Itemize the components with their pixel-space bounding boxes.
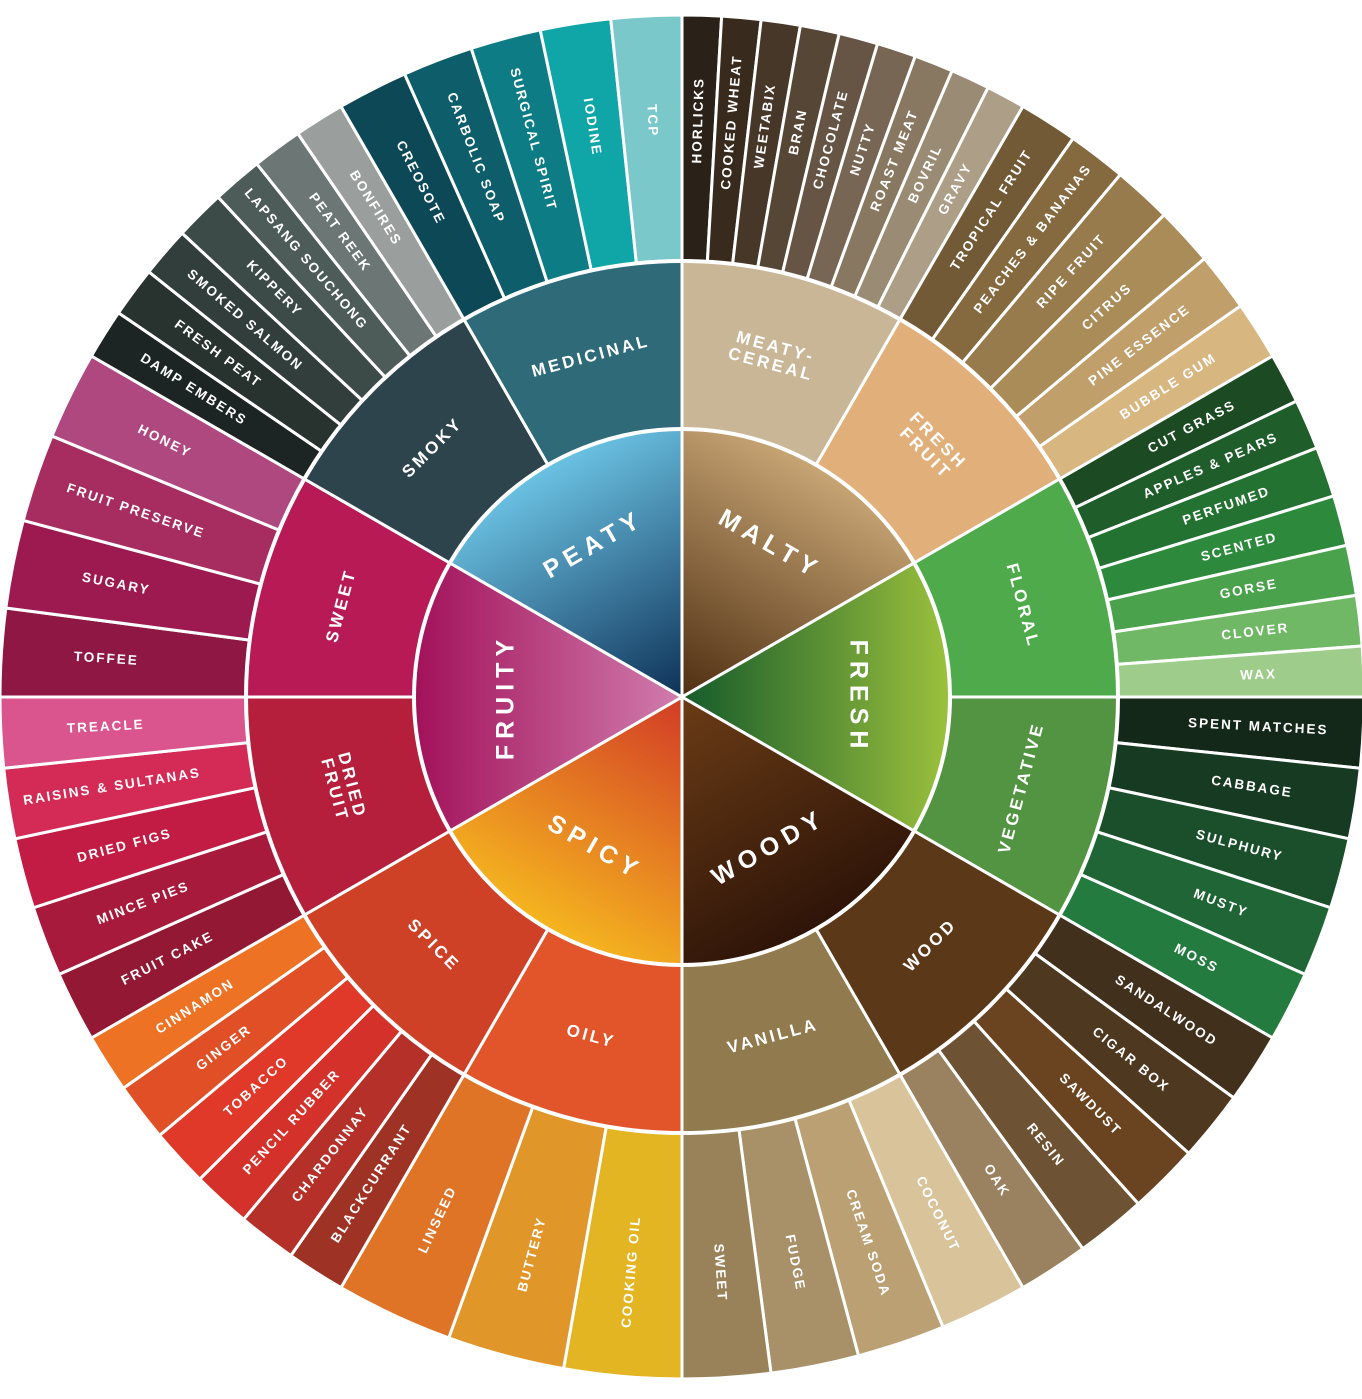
category-label-fruity: FRUITY <box>492 634 520 760</box>
note-label-wax: WAX <box>1240 666 1277 682</box>
note-label-tcp: TCP <box>644 104 661 138</box>
flavour-wheel: MALTYMEATY-CEREALHORLICKS COOKED WHEAT WEE… <box>0 13 1362 1381</box>
note-label-horlicks: HORLICKS <box>689 77 707 164</box>
category-label-fresh: FRESH <box>844 640 872 755</box>
